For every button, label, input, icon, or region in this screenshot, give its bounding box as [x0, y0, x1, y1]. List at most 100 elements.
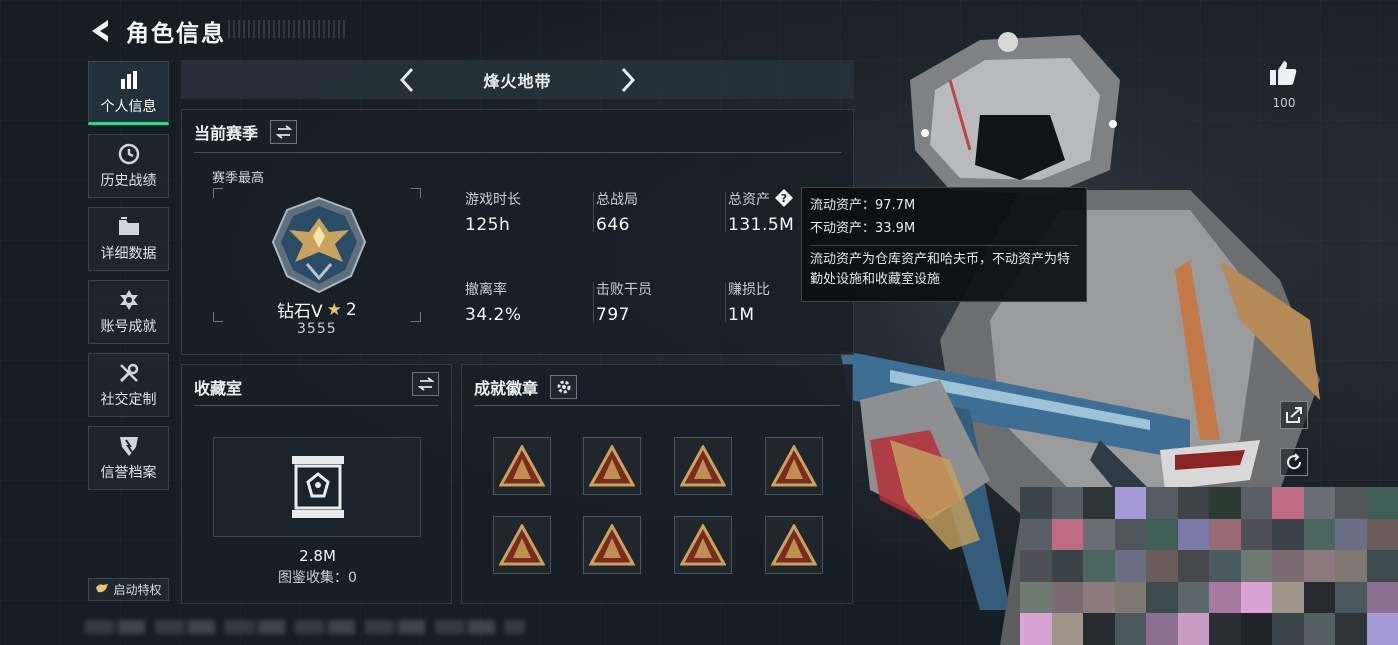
refresh-button[interactable] — [1280, 448, 1308, 476]
mosaic-tile — [1335, 518, 1367, 551]
stat-label: 击败干员 — [596, 282, 652, 298]
nav-item-achievements[interactable]: 账号成就 — [88, 280, 169, 344]
tank-badge-icon[interactable] — [674, 516, 732, 574]
mosaic-tile — [1146, 518, 1178, 551]
mosaic-tile — [1177, 487, 1209, 519]
next-mode-arrow-icon[interactable] — [618, 67, 638, 93]
mosaic-tile — [1366, 581, 1398, 614]
prev-mode-arrow-icon[interactable] — [397, 67, 417, 93]
mosaic-tile — [1083, 581, 1115, 614]
badges-header: 成就徽章 — [474, 375, 578, 399]
mosaic-tile — [1272, 550, 1304, 582]
mosaic-tile — [1209, 550, 1241, 582]
mode-name: 烽火地带 — [483, 71, 552, 91]
liquid-assets: 流动资产：97.7M — [810, 198, 916, 213]
nav-item-social[interactable]: 社交定制 — [88, 353, 169, 417]
mosaic-tile — [1114, 550, 1146, 582]
mosaic-tile — [1177, 613, 1209, 645]
mosaic-tile — [1051, 487, 1083, 519]
mosaic-tile — [1303, 550, 1335, 582]
nav-item-reputation[interactable]: 信誉档案 — [88, 426, 169, 490]
bottle-badge-icon[interactable] — [493, 437, 551, 495]
nav-item-detailed-data[interactable]: 详细数据 — [88, 207, 169, 271]
mosaic-tile — [1177, 581, 1209, 614]
stat-label: 撤离率 — [465, 282, 507, 298]
nav-label: 历史战绩 — [100, 172, 157, 189]
back-arrow-icon[interactable] — [88, 17, 112, 45]
mosaic-tile — [1335, 487, 1367, 519]
rank-stars: 2 — [345, 299, 357, 320]
thumbs-up-icon[interactable] — [1268, 58, 1298, 88]
keycard-badge-icon[interactable] — [765, 516, 823, 574]
achievement-gear-icon — [118, 289, 140, 311]
sitting-figure-badge-icon[interactable] — [765, 437, 823, 495]
mosaic-tile — [1020, 613, 1052, 645]
history-clock-icon — [118, 143, 140, 165]
mosaic-tile — [1051, 581, 1083, 614]
nav-label: 详细数据 — [100, 245, 157, 262]
vault-preview[interactable] — [213, 437, 421, 537]
nav-label: 账号成就 — [100, 318, 157, 335]
svg-text:?: ? — [781, 192, 787, 205]
mosaic-tile — [1303, 487, 1335, 519]
help-icon[interactable]: ? — [774, 188, 794, 208]
blurred-footer-text — [85, 620, 525, 634]
crowd-badge-icon[interactable] — [583, 516, 641, 574]
mask-badge-icon[interactable] — [674, 437, 732, 495]
badges-title: 成就徽章 — [474, 379, 539, 398]
title-decoration — [228, 20, 346, 38]
mosaic-tile — [1272, 487, 1304, 519]
assets-tooltip: 流动资产：97.7M 不动资产：33.9M 流动资产为仓库资产和哈夫币，不动资产… — [801, 187, 1087, 302]
achievement-badges-panel: 成就徽章 — [461, 364, 853, 604]
mosaic-tile — [1083, 613, 1115, 645]
stat-total-matches: 总战局 646 — [596, 189, 638, 235]
folder-icon — [118, 216, 140, 238]
start-privilege-button[interactable]: 启动特权 — [88, 578, 169, 601]
share-button[interactable] — [1280, 401, 1308, 429]
privilege-label: 启动特权 — [113, 583, 162, 597]
divider — [593, 282, 594, 322]
mosaic-tile — [1240, 613, 1272, 645]
nav-label: 个人信息 — [100, 98, 157, 115]
refresh-icon — [1287, 453, 1302, 470]
mosaic-tile — [1209, 581, 1241, 614]
season-title: 当前赛季 — [194, 124, 259, 143]
switch-collection-button[interactable] — [412, 372, 439, 396]
collection-room-panel: 收藏室 2.8M 图鉴收集：0 — [181, 364, 452, 604]
collection-value: 2.8M — [299, 547, 336, 565]
stat-value: 646 — [596, 215, 630, 235]
mosaic-tile — [1366, 613, 1398, 645]
stat-operators-defeated: 击败干员 797 — [596, 279, 652, 325]
shield-badge-icon — [118, 435, 140, 457]
mosaic-tile — [1146, 613, 1178, 645]
rank-name: 钻石V ★ 2 — [277, 297, 357, 323]
mosaic-tile — [1240, 487, 1272, 519]
stat-label: 总战局 — [596, 192, 638, 208]
share-icon — [1286, 407, 1302, 423]
mosaic-tile — [1114, 613, 1146, 645]
mosaic-tile — [1240, 518, 1272, 551]
mosaic-tile — [1146, 550, 1178, 582]
stat-value: 1M — [728, 305, 755, 325]
mosaic-tile — [1114, 487, 1146, 519]
hand-sign-badge-icon[interactable] — [493, 516, 551, 574]
mosaic-tile — [1335, 613, 1367, 645]
nav-item-history[interactable]: 历史战绩 — [88, 134, 169, 198]
mosaic-tile — [1240, 581, 1272, 614]
catalog-count: 图鉴收集：0 — [278, 570, 357, 586]
switch-season-button[interactable] — [270, 120, 298, 144]
mosaic-tile — [1303, 518, 1335, 551]
divider — [194, 405, 439, 406]
mosaic-tile — [1020, 487, 1052, 519]
mosaic-tile — [1083, 487, 1115, 519]
mosaic-tile — [1272, 518, 1304, 551]
nav-item-personal-info[interactable]: 个人信息 — [88, 61, 169, 125]
mosaic-tile — [1303, 613, 1335, 645]
badge-settings-button[interactable] — [550, 375, 578, 399]
fixed-assets: 不动资产：33.9M — [810, 221, 916, 236]
divider — [725, 192, 726, 232]
ship-badge-icon[interactable] — [583, 437, 641, 495]
mosaic-tile — [1114, 518, 1146, 551]
mosaic-tile — [1366, 550, 1398, 582]
mosaic-tile — [1051, 550, 1083, 582]
